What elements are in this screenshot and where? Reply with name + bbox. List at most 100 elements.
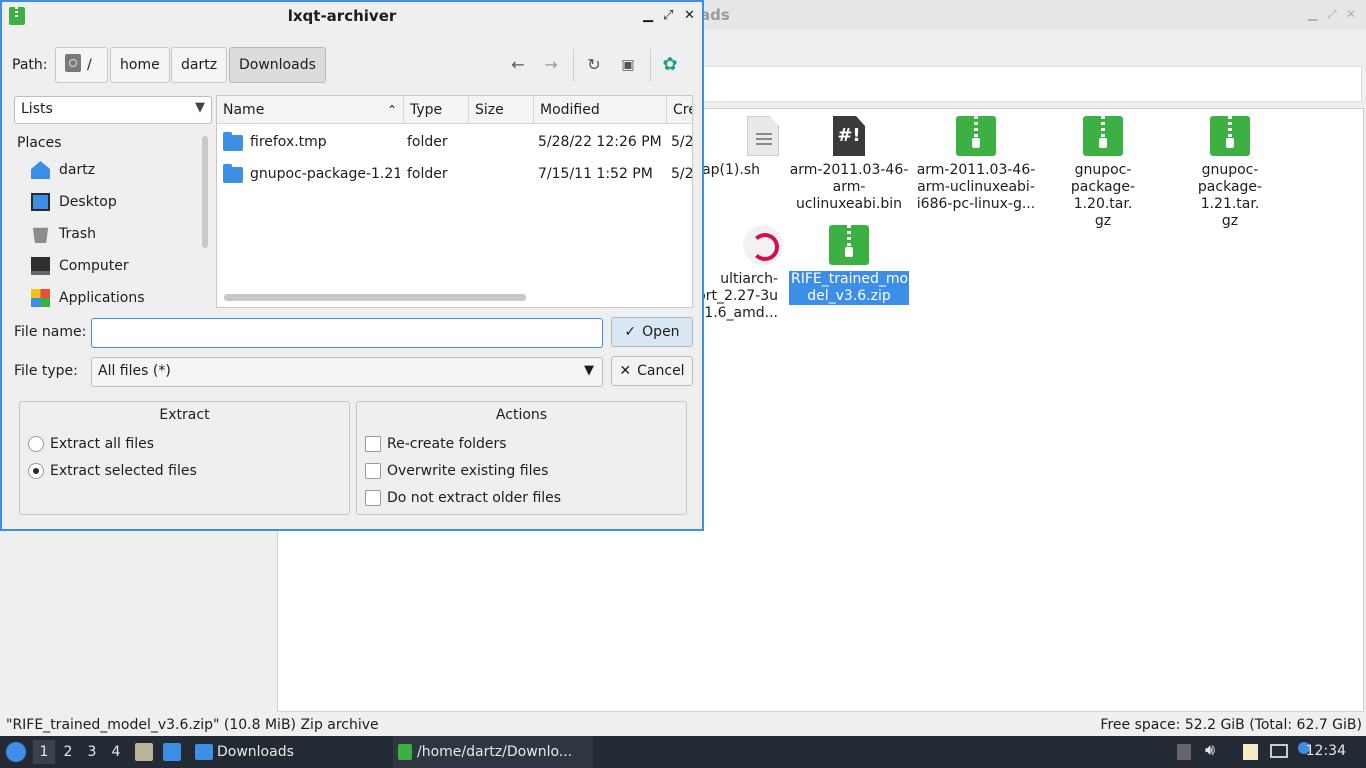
option-label: Re-create folders bbox=[387, 436, 507, 452]
task-downloads[interactable]: Downloads bbox=[193, 736, 383, 768]
file-item[interactable]: gnupoc- package-1.21.tar. gz bbox=[1169, 116, 1291, 230]
chevron-down-icon: ▼ bbox=[195, 100, 205, 115]
option-label: Do not extract older files bbox=[387, 490, 562, 506]
settings-gear-icon[interactable]: ✿ bbox=[658, 53, 682, 77]
clipboard-icon[interactable] bbox=[1243, 744, 1258, 760]
home-folder-icon bbox=[31, 161, 50, 179]
column-label: Size bbox=[475, 102, 504, 118]
cell-created: 5/2 bbox=[671, 166, 693, 182]
reload-icon[interactable]: ↻ bbox=[582, 53, 606, 77]
removable-media-icon[interactable] bbox=[1177, 744, 1191, 760]
file-list-hscrollbar[interactable] bbox=[224, 294, 526, 301]
option-label: Extract selected files bbox=[50, 463, 197, 479]
bg-maximize-icon[interactable]: ⤢ bbox=[1327, 7, 1337, 22]
cancel-button[interactable]: ✕ Cancel bbox=[611, 356, 693, 386]
cell-modified: 7/15/11 1:52 PM bbox=[538, 166, 653, 182]
bg-path-bar[interactable] bbox=[700, 66, 1362, 102]
desktop-switch-2[interactable]: 2 bbox=[57, 740, 79, 764]
breadcrumb-home[interactable]: home bbox=[110, 47, 170, 83]
text-file-icon bbox=[747, 116, 779, 156]
file-list: Name ⌃ Type Size Modified Cre firefox.tmp… bbox=[216, 95, 693, 308]
task-archiver[interactable]: /home/dartz/Downlo... bbox=[393, 736, 593, 768]
network-icon[interactable] bbox=[1270, 744, 1288, 758]
desktop-switch-3[interactable]: 3 bbox=[81, 740, 103, 764]
folder-icon bbox=[195, 744, 213, 760]
file-item-selected[interactable]: RIFE_trained_mo del_v3.6.zip bbox=[788, 225, 910, 305]
forward-arrow-icon[interactable]: → bbox=[539, 53, 563, 77]
breadcrumb-label: / bbox=[87, 57, 92, 73]
file-item[interactable]: arm-2011.03-46- arm-uclinuxeabi- i686-pc… bbox=[915, 116, 1037, 213]
maximize-icon[interactable]: ⤢ bbox=[663, 8, 673, 23]
minimize-icon[interactable]: ▁ bbox=[643, 8, 653, 23]
file-manager-launcher-icon[interactable] bbox=[135, 743, 153, 761]
place-item-dartz[interactable]: dartz bbox=[31, 158, 196, 182]
chevron-down-icon: ▼ bbox=[584, 363, 594, 378]
cell-created: 5/2 bbox=[671, 134, 693, 150]
option-label: Extract all files bbox=[50, 436, 155, 452]
taskbar: 1 2 3 4 Downloads /home/dartz/Downlo... … bbox=[0, 736, 1366, 768]
cell-type: folder bbox=[407, 134, 448, 150]
breadcrumb-root[interactable]: / bbox=[55, 47, 108, 83]
desktop-switch-4[interactable]: 4 bbox=[105, 740, 127, 764]
extract-all-radio[interactable] bbox=[28, 436, 44, 452]
bg-minimize-icon[interactable]: ▁ bbox=[1308, 7, 1317, 21]
cell-modified: 5/28/22 12:26 PM bbox=[538, 134, 662, 150]
place-item-computer[interactable]: Computer bbox=[31, 254, 196, 278]
path-label: Path: bbox=[12, 57, 48, 73]
recreate-folders-checkbox[interactable] bbox=[365, 436, 381, 452]
file-item[interactable]: gnupoc- package-1.20.tar. gz bbox=[1042, 116, 1164, 230]
file-type-combo[interactable]: All files (*) ▼ bbox=[91, 357, 603, 387]
extract-group-title: Extract bbox=[159, 407, 210, 423]
extract-selected-radio[interactable] bbox=[28, 463, 44, 479]
place-item-desktop[interactable]: Desktop bbox=[31, 190, 196, 214]
breadcrumb-label: home bbox=[120, 57, 160, 73]
file-name-input[interactable] bbox=[91, 318, 603, 348]
breadcrumb-downloads[interactable]: Downloads bbox=[229, 47, 326, 83]
column-type[interactable]: Type bbox=[404, 96, 469, 124]
file-item[interactable]: #! arm-2011.03-46- arm- uclinuxeabi.bin bbox=[788, 116, 910, 213]
file-row[interactable]: firefox.tmp folder 5/28/22 12:26 PM 5/2 bbox=[217, 126, 692, 158]
close-icon[interactable]: ✕ bbox=[684, 8, 695, 23]
back-arrow-icon[interactable]: ← bbox=[506, 53, 530, 77]
applications-icon bbox=[31, 289, 50, 307]
file-row[interactable]: gnupoc-package-1.21 folder 7/15/11 1:52 … bbox=[217, 158, 692, 190]
overwrite-files-checkbox[interactable] bbox=[365, 463, 381, 479]
show-desktop-icon[interactable] bbox=[163, 743, 181, 761]
extract-dialog: lxqt-archiver ▁ ⤢ ✕ Path: / home dartz D… bbox=[0, 0, 704, 531]
places-panel: Places dartz Desktop Trash Computer Appl… bbox=[14, 130, 212, 308]
main-menu-icon[interactable] bbox=[6, 742, 26, 762]
places-scrollbar[interactable] bbox=[202, 136, 208, 248]
archive-icon bbox=[829, 225, 869, 265]
desktop-switch-1[interactable]: 1 bbox=[33, 740, 55, 764]
places-view-combo[interactable]: Lists ▼ bbox=[14, 96, 212, 124]
column-modified[interactable]: Modified bbox=[534, 96, 667, 124]
debian-package-icon bbox=[743, 225, 783, 265]
dialog-title-bar[interactable]: lxqt-archiver ▁ ⤢ ✕ bbox=[2, 2, 702, 30]
open-button[interactable]: ✓ Open bbox=[611, 317, 693, 347]
breadcrumb-label: dartz bbox=[181, 57, 218, 73]
column-name[interactable]: Name ⌃ bbox=[217, 96, 404, 124]
file-item-label: gnupoc- package-1.20.tar. gz bbox=[1070, 162, 1136, 229]
actions-group-title: Actions bbox=[495, 407, 548, 423]
task-label: /home/dartz/Downlo... bbox=[417, 744, 573, 760]
file-list-header: Name ⌃ Type Size Modified Cre bbox=[217, 96, 692, 124]
archive-icon bbox=[956, 116, 996, 156]
volume-icon[interactable]: 🔊︎ bbox=[1205, 740, 1223, 759]
place-label: Trash bbox=[59, 226, 96, 242]
breadcrumb-dartz[interactable]: dartz bbox=[171, 47, 228, 83]
clock[interactable]: 12:34 bbox=[1306, 743, 1346, 759]
bg-close-icon[interactable]: ✕ bbox=[1346, 7, 1356, 21]
cell-type: folder bbox=[407, 166, 448, 182]
place-label: Applications bbox=[59, 290, 145, 306]
cell-name: gnupoc-package-1.21 bbox=[250, 166, 400, 182]
task-label: Downloads bbox=[217, 744, 294, 760]
place-item-applications[interactable]: Applications bbox=[31, 286, 196, 308]
cancel-button-label: Cancel bbox=[637, 363, 685, 379]
column-size[interactable]: Size bbox=[469, 96, 534, 124]
check-icon: ✓ bbox=[624, 324, 637, 340]
skip-older-checkbox[interactable] bbox=[365, 490, 381, 506]
new-folder-icon[interactable]: ▣ bbox=[616, 53, 640, 77]
archive-icon bbox=[1210, 116, 1250, 156]
place-item-trash[interactable]: Trash bbox=[31, 222, 196, 246]
column-created[interactable]: Cre bbox=[667, 96, 692, 124]
